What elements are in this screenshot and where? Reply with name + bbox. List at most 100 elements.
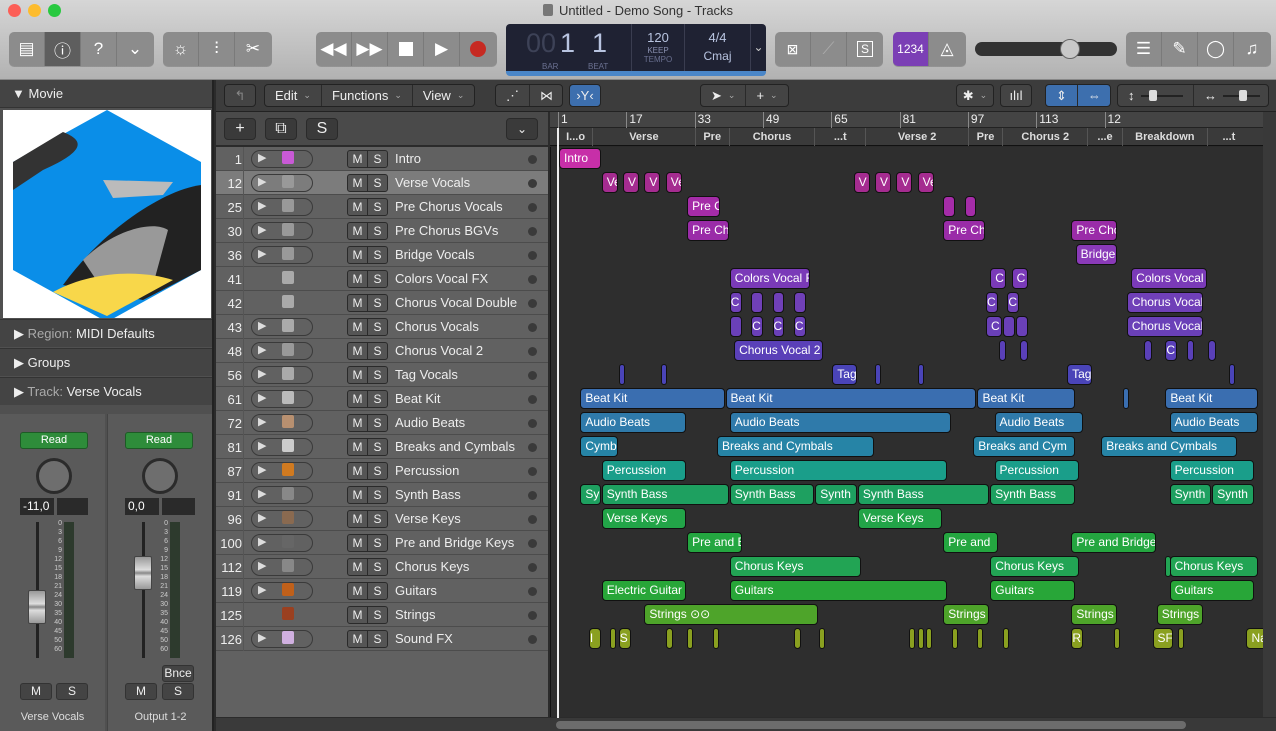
region[interactable]: [793, 292, 806, 313]
region[interactable]: [1122, 388, 1129, 409]
marker[interactable]: ...e: [1087, 128, 1121, 146]
region[interactable]: C: [1007, 292, 1020, 313]
master-volume-slider[interactable]: [975, 39, 1117, 59]
track-row[interactable]: 48 ▶ MS Chorus Vocal 2: [216, 339, 548, 363]
track-row[interactable]: 41 MS Colors Vocal FX: [216, 267, 548, 291]
disclosure-triangle-icon[interactable]: ▶: [258, 367, 266, 380]
quick-help-button[interactable]: ?: [81, 32, 117, 66]
region[interactable]: Synth Bass: [729, 484, 815, 505]
record-enable-indicator[interactable]: [528, 155, 537, 164]
lcd-position[interactable]: 00 1 1 BAR BEAT: [506, 24, 632, 71]
track-row[interactable]: 36 ▶ MS Bridge Vocals: [216, 243, 548, 267]
editors-button[interactable]: ✂: [235, 32, 271, 66]
volume-value[interactable]: 0,0: [125, 498, 159, 515]
horizontal-zoom-fit-button[interactable]: ⇔: [1078, 85, 1111, 106]
record-enable-indicator[interactable]: [528, 227, 537, 236]
duplicate-track-button[interactable]: ⧉: [265, 118, 297, 140]
region[interactable]: [998, 340, 1007, 361]
region[interactable]: Pre C: [687, 196, 721, 217]
track-mute-button[interactable]: M: [348, 415, 368, 431]
track-solo-button[interactable]: S: [368, 487, 387, 503]
region[interactable]: [687, 628, 694, 649]
region[interactable]: I: [588, 628, 601, 649]
solo-button[interactable]: S: [162, 683, 194, 700]
track-name[interactable]: Sound FX: [395, 631, 453, 646]
automation-mode-button[interactable]: Read: [125, 432, 193, 449]
record-enable-indicator[interactable]: [528, 467, 537, 476]
catch-playhead-button[interactable]: ›Y‹: [569, 84, 601, 107]
track-mute-button[interactable]: M: [348, 631, 368, 647]
record-enable-indicator[interactable]: [528, 491, 537, 500]
region[interactable]: [1208, 340, 1216, 361]
disclosure-triangle-icon[interactable]: ▶: [258, 439, 266, 452]
list-editors-button[interactable]: ☰: [1126, 32, 1162, 66]
track-solo-button[interactable]: S: [368, 535, 387, 551]
region[interactable]: Electric Guitar: [601, 580, 687, 601]
region[interactable]: [917, 364, 924, 385]
note-pad-button[interactable]: ✎: [1162, 32, 1198, 66]
track-solo-button[interactable]: S: [368, 415, 387, 431]
track-row[interactable]: 56 ▶ MS Tag Vocals: [216, 363, 548, 387]
record-enable-indicator[interactable]: [528, 587, 537, 596]
track-name[interactable]: Strings: [395, 607, 435, 622]
global-solo-button[interactable]: S: [306, 118, 338, 140]
track-solo-button[interactable]: S: [368, 295, 387, 311]
track-name[interactable]: Beat Kit: [395, 391, 441, 406]
global-tracks-button[interactable]: ⌄: [506, 118, 538, 140]
track-mute-button[interactable]: M: [348, 247, 368, 263]
region[interactable]: [1229, 364, 1236, 385]
track-name[interactable]: Chorus Vocal 2: [395, 343, 483, 358]
track-solo-button[interactable]: S: [368, 199, 387, 215]
track-inspector-row[interactable]: ▶ Track: Verse Vocals: [0, 377, 212, 405]
track-mute-button[interactable]: M: [348, 487, 368, 503]
track-mute-button[interactable]: M: [348, 559, 368, 575]
track-solo-button[interactable]: S: [368, 319, 387, 335]
track-row[interactable]: 25 ▶ MS Pre Chorus Vocals: [216, 195, 548, 219]
record-enable-indicator[interactable]: [528, 179, 537, 188]
region[interactable]: Synth Bass: [601, 484, 729, 505]
bounce-button[interactable]: Bnce: [162, 665, 194, 682]
region[interactable]: Percussion: [601, 460, 687, 481]
volume-fader-handle[interactable]: [134, 556, 152, 590]
library-button[interactable]: ▤: [9, 32, 45, 66]
track-name[interactable]: Verse Vocals: [395, 175, 470, 190]
marker[interactable]: I...o: [558, 128, 592, 146]
region[interactable]: [610, 628, 617, 649]
volume-value[interactable]: -11,0: [20, 498, 54, 515]
track-row[interactable]: 112 ▶ MS Chorus Keys: [216, 555, 548, 579]
region[interactable]: Chorus Keys: [729, 556, 862, 577]
record-button[interactable]: [460, 32, 496, 66]
track-solo-button[interactable]: S: [368, 247, 387, 263]
record-enable-indicator[interactable]: [528, 539, 537, 548]
region[interactable]: Beat Kit: [580, 388, 725, 409]
lcd-tempo[interactable]: 120 KEEP TEMPO: [632, 24, 685, 71]
track-name[interactable]: Percussion: [395, 463, 459, 478]
region[interactable]: Audio Beats: [580, 412, 687, 433]
region-inspector-row[interactable]: ▶ Region: MIDI Defaults: [0, 319, 212, 347]
region[interactable]: Sy: [580, 484, 601, 505]
record-enable-indicator[interactable]: [528, 395, 537, 404]
region[interactable]: Synth: [1212, 484, 1254, 505]
region[interactable]: Pre and Bridge: [1071, 532, 1156, 553]
region[interactable]: Pre and B: [687, 532, 742, 553]
record-enable-indicator[interactable]: [528, 275, 537, 284]
region[interactable]: Percussion: [729, 460, 947, 481]
region[interactable]: Synth: [1169, 484, 1212, 505]
lcd-signature[interactable]: 4/4 Cmaj: [685, 24, 751, 71]
region[interactable]: C: [751, 316, 763, 337]
region[interactable]: S: [618, 628, 631, 649]
region[interactable]: Beat Kit: [1165, 388, 1259, 409]
region[interactable]: Colors Vocal F: [729, 268, 810, 289]
track-mute-button[interactable]: M: [348, 535, 368, 551]
track-solo-button[interactable]: S: [368, 463, 387, 479]
disclosure-triangle-icon[interactable]: ▶: [258, 175, 266, 188]
region[interactable]: Pre and: [943, 532, 998, 553]
track-solo-button[interactable]: S: [368, 583, 387, 599]
region[interactable]: C: [1165, 340, 1178, 361]
region[interactable]: V: [896, 172, 913, 193]
region[interactable]: [926, 628, 933, 649]
view-menu[interactable]: View ⌄: [413, 85, 475, 106]
region[interactable]: Ve: [917, 172, 934, 193]
track-name[interactable]: Breaks and Cymbals: [395, 439, 515, 454]
metronome-button[interactable]: ◬: [929, 32, 965, 66]
